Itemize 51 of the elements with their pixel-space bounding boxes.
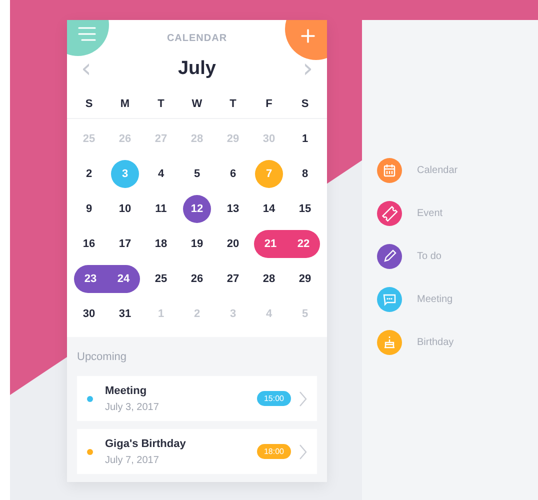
event-title: Giga's Birthday [105, 438, 187, 450]
day-cell[interactable]: 2 [79, 160, 99, 188]
day-cell[interactable]: 5 [187, 160, 207, 188]
screen-title: CALENDAR [166, 33, 228, 44]
day-cell[interactable]: 23 [74, 264, 107, 292]
day-cell[interactable]: 6 [223, 160, 243, 188]
day-cell[interactable]: 10 [115, 194, 135, 222]
day-cell[interactable]: 29 [295, 264, 315, 292]
weekday-label: M [120, 98, 130, 110]
event-title: Meeting [105, 384, 148, 396]
event-card[interactable]: Meeting July 3, 2017 15:00 [77, 376, 317, 421]
time-badge: 18:00 [256, 444, 291, 459]
day-cell[interactable]: 26 [187, 264, 207, 292]
day-cell[interactable]: 15 [295, 194, 315, 222]
day-cell[interactable]: 22 [287, 230, 320, 258]
event-date: July 7, 2017 [105, 454, 160, 466]
weekday-label: T [158, 98, 164, 110]
day-cell[interactable]: 20 [223, 230, 243, 258]
day-cell[interactable]: 19 [187, 230, 207, 258]
weekday-label: F [266, 98, 272, 110]
day-cell[interactable]: 9 [79, 194, 99, 222]
day-cell[interactable]: 13 [223, 194, 243, 222]
weekday-label: T [230, 98, 236, 110]
menu-icon [78, 27, 96, 41]
day-cell[interactable]: 14 [259, 194, 279, 222]
day-cell[interactable]: 24 [107, 264, 140, 292]
weekday-label: W [192, 98, 202, 110]
chevron-right-icon [299, 390, 307, 406]
day-cell[interactable]: 28 [259, 264, 279, 292]
day-cell[interactable]: 1 [295, 124, 315, 152]
day-cell[interactable]: 8 [295, 160, 315, 188]
event-card[interactable]: Giga's Birthday July 7, 2017 18:00 [77, 429, 317, 474]
time-badge: 15:00 [256, 391, 291, 406]
event-date: July 3, 2017 [105, 402, 160, 412]
weekday-label: S [85, 98, 93, 110]
day-cell[interactable]: 11 [151, 194, 171, 222]
day-cell[interactable]: 4 [151, 160, 171, 188]
chevron-right-icon [299, 444, 307, 460]
day-cell[interactable]: 30 [79, 300, 99, 328]
day-cell[interactable]: 31 [115, 300, 135, 328]
day-cell[interactable]: 27 [223, 264, 243, 292]
section-title: Upcoming [77, 351, 128, 363]
day-cell[interactable]: 17 [115, 230, 135, 258]
day-cell[interactable]: 12 [183, 194, 211, 222]
plus-icon [301, 29, 315, 43]
day-cell[interactable]: 21 [254, 230, 287, 258]
month-title: July [178, 58, 216, 80]
day-cell[interactable]: 25 [151, 264, 171, 292]
day-cell[interactable]: 16 [79, 230, 99, 258]
weekday-label: S [301, 98, 309, 110]
day-cell[interactable]: 18 [151, 230, 171, 258]
